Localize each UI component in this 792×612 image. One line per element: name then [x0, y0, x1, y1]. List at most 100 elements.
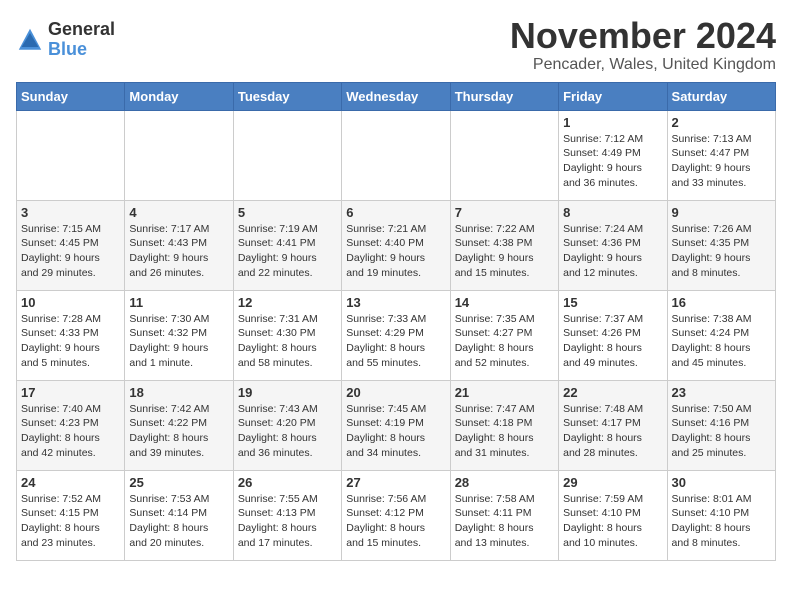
day-info: Sunrise: 7:30 AM Sunset: 4:32 PM Dayligh… [129, 312, 228, 371]
day-number: 23 [672, 385, 771, 400]
calendar-header-sunday: Sunday [17, 82, 125, 110]
calendar-cell-3-1: 10Sunrise: 7:28 AM Sunset: 4:33 PM Dayli… [17, 290, 125, 380]
day-number: 27 [346, 475, 445, 490]
calendar-cell-2-6: 8 Sunrise: 7:24 AM Sunset: 4:36 PM Daylig… [559, 200, 667, 290]
day-number: 8 [563, 205, 662, 220]
logo: General Blue [16, 20, 115, 60]
day-number: 6 [346, 205, 445, 220]
day-info: Sunrise: 7:58 AM Sunset: 4:11 PM Dayligh… [455, 492, 554, 551]
calendar-cell-3-5: 14 Sunrise: 7:35 AM Sunset: 4:27 PM Dayli… [450, 290, 558, 380]
month-title: November 2024 [510, 16, 776, 56]
logo-blue: Blue [48, 40, 115, 60]
calendar-cell-5-1: 24Sunrise: 7:52 AM Sunset: 4:15 PM Dayli… [17, 470, 125, 560]
calendar: SundayMondayTuesdayWednesdayThursdayFrid… [16, 82, 776, 561]
day-number: 21 [455, 385, 554, 400]
calendar-cell-4-2: 18 Sunrise: 7:42 AM Sunset: 4:22 PM Dayli… [125, 380, 233, 470]
calendar-cell-2-2: 4 Sunrise: 7:17 AM Sunset: 4:43 PM Daylig… [125, 200, 233, 290]
calendar-cell-5-7: 30 Sunrise: 8:01 AM Sunset: 4:10 PM Dayli… [667, 470, 775, 560]
calendar-header-row: SundayMondayTuesdayWednesdayThursdayFrid… [17, 82, 776, 110]
calendar-cell-5-4: 27 Sunrise: 7:56 AM Sunset: 4:12 PM Dayli… [342, 470, 450, 560]
title-area: November 2024 Pencader, Wales, United Ki… [510, 16, 776, 74]
day-number: 1 [563, 115, 662, 130]
day-info: Sunrise: 7:42 AM Sunset: 4:22 PM Dayligh… [129, 402, 228, 461]
day-info: Sunrise: 7:52 AM Sunset: 4:15 PM Dayligh… [21, 492, 120, 551]
day-info: Sunrise: 7:19 AM Sunset: 4:41 PM Dayligh… [238, 222, 337, 281]
day-info: Sunrise: 7:22 AM Sunset: 4:38 PM Dayligh… [455, 222, 554, 281]
day-info: Sunrise: 7:55 AM Sunset: 4:13 PM Dayligh… [238, 492, 337, 551]
calendar-cell-4-7: 23 Sunrise: 7:50 AM Sunset: 4:16 PM Dayli… [667, 380, 775, 470]
day-info: Sunrise: 7:17 AM Sunset: 4:43 PM Dayligh… [129, 222, 228, 281]
calendar-week-2: 3Sunrise: 7:15 AM Sunset: 4:45 PM Daylig… [17, 200, 776, 290]
day-number: 30 [672, 475, 771, 490]
day-number: 15 [563, 295, 662, 310]
calendar-cell-3-4: 13 Sunrise: 7:33 AM Sunset: 4:29 PM Dayli… [342, 290, 450, 380]
calendar-cell-2-7: 9 Sunrise: 7:26 AM Sunset: 4:35 PM Daylig… [667, 200, 775, 290]
day-info: Sunrise: 8:01 AM Sunset: 4:10 PM Dayligh… [672, 492, 771, 551]
day-number: 5 [238, 205, 337, 220]
calendar-week-3: 10Sunrise: 7:28 AM Sunset: 4:33 PM Dayli… [17, 290, 776, 380]
day-info: Sunrise: 7:45 AM Sunset: 4:19 PM Dayligh… [346, 402, 445, 461]
calendar-cell-1-6: 1 Sunrise: 7:12 AM Sunset: 4:49 PM Daylig… [559, 110, 667, 200]
day-info: Sunrise: 7:38 AM Sunset: 4:24 PM Dayligh… [672, 312, 771, 371]
calendar-cell-1-5 [450, 110, 558, 200]
day-info: Sunrise: 7:24 AM Sunset: 4:36 PM Dayligh… [563, 222, 662, 281]
calendar-cell-1-3 [233, 110, 341, 200]
calendar-cell-5-2: 25Sunrise: 7:53 AM Sunset: 4:14 PM Dayli… [125, 470, 233, 560]
day-info: Sunrise: 7:56 AM Sunset: 4:12 PM Dayligh… [346, 492, 445, 551]
day-info: Sunrise: 7:33 AM Sunset: 4:29 PM Dayligh… [346, 312, 445, 371]
logo-text: General Blue [48, 20, 115, 60]
calendar-cell-5-5: 28 Sunrise: 7:58 AM Sunset: 4:11 PM Dayli… [450, 470, 558, 560]
calendar-cell-1-7: 2Sunrise: 7:13 AM Sunset: 4:47 PM Daylig… [667, 110, 775, 200]
calendar-cell-1-2 [125, 110, 233, 200]
day-info: Sunrise: 7:50 AM Sunset: 4:16 PM Dayligh… [672, 402, 771, 461]
day-number: 29 [563, 475, 662, 490]
day-number: 20 [346, 385, 445, 400]
day-number: 13 [346, 295, 445, 310]
calendar-header-thursday: Thursday [450, 82, 558, 110]
calendar-cell-3-3: 12 Sunrise: 7:31 AM Sunset: 4:30 PM Dayli… [233, 290, 341, 380]
day-number: 25 [129, 475, 228, 490]
day-info: Sunrise: 7:13 AM Sunset: 4:47 PM Dayligh… [672, 132, 771, 191]
calendar-week-5: 24Sunrise: 7:52 AM Sunset: 4:15 PM Dayli… [17, 470, 776, 560]
day-number: 4 [129, 205, 228, 220]
day-number: 11 [129, 295, 228, 310]
day-number: 3 [21, 205, 120, 220]
day-info: Sunrise: 7:31 AM Sunset: 4:30 PM Dayligh… [238, 312, 337, 371]
day-number: 7 [455, 205, 554, 220]
day-info: Sunrise: 7:47 AM Sunset: 4:18 PM Dayligh… [455, 402, 554, 461]
day-info: Sunrise: 7:35 AM Sunset: 4:27 PM Dayligh… [455, 312, 554, 371]
calendar-header-friday: Friday [559, 82, 667, 110]
calendar-week-1: 1 Sunrise: 7:12 AM Sunset: 4:49 PM Daylig… [17, 110, 776, 200]
day-info: Sunrise: 7:26 AM Sunset: 4:35 PM Dayligh… [672, 222, 771, 281]
subtitle: Pencader, Wales, United Kingdom [510, 56, 776, 74]
day-number: 26 [238, 475, 337, 490]
calendar-cell-2-3: 5 Sunrise: 7:19 AM Sunset: 4:41 PM Daylig… [233, 200, 341, 290]
calendar-cell-2-5: 7 Sunrise: 7:22 AM Sunset: 4:38 PM Daylig… [450, 200, 558, 290]
calendar-header-monday: Monday [125, 82, 233, 110]
logo-general: General [48, 20, 115, 40]
day-info: Sunrise: 7:21 AM Sunset: 4:40 PM Dayligh… [346, 222, 445, 281]
calendar-cell-3-6: 15Sunrise: 7:37 AM Sunset: 4:26 PM Dayli… [559, 290, 667, 380]
day-number: 9 [672, 205, 771, 220]
calendar-cell-3-7: 16 Sunrise: 7:38 AM Sunset: 4:24 PM Dayli… [667, 290, 775, 380]
calendar-cell-2-4: 6 Sunrise: 7:21 AM Sunset: 4:40 PM Daylig… [342, 200, 450, 290]
day-number: 10 [21, 295, 120, 310]
calendar-header-wednesday: Wednesday [342, 82, 450, 110]
day-number: 14 [455, 295, 554, 310]
day-number: 17 [21, 385, 120, 400]
calendar-cell-4-6: 22Sunrise: 7:48 AM Sunset: 4:17 PM Dayli… [559, 380, 667, 470]
day-number: 28 [455, 475, 554, 490]
day-number: 12 [238, 295, 337, 310]
calendar-cell-5-3: 26 Sunrise: 7:55 AM Sunset: 4:13 PM Dayli… [233, 470, 341, 560]
calendar-cell-5-6: 29 Sunrise: 7:59 AM Sunset: 4:10 PM Dayli… [559, 470, 667, 560]
calendar-cell-1-4 [342, 110, 450, 200]
day-number: 16 [672, 295, 771, 310]
calendar-cell-4-1: 17Sunrise: 7:40 AM Sunset: 4:23 PM Dayli… [17, 380, 125, 470]
day-info: Sunrise: 7:59 AM Sunset: 4:10 PM Dayligh… [563, 492, 662, 551]
day-info: Sunrise: 7:12 AM Sunset: 4:49 PM Dayligh… [563, 132, 662, 191]
day-number: 18 [129, 385, 228, 400]
day-number: 19 [238, 385, 337, 400]
day-info: Sunrise: 7:43 AM Sunset: 4:20 PM Dayligh… [238, 402, 337, 461]
day-info: Sunrise: 7:48 AM Sunset: 4:17 PM Dayligh… [563, 402, 662, 461]
calendar-cell-3-2: 11 Sunrise: 7:30 AM Sunset: 4:32 PM Dayli… [125, 290, 233, 380]
